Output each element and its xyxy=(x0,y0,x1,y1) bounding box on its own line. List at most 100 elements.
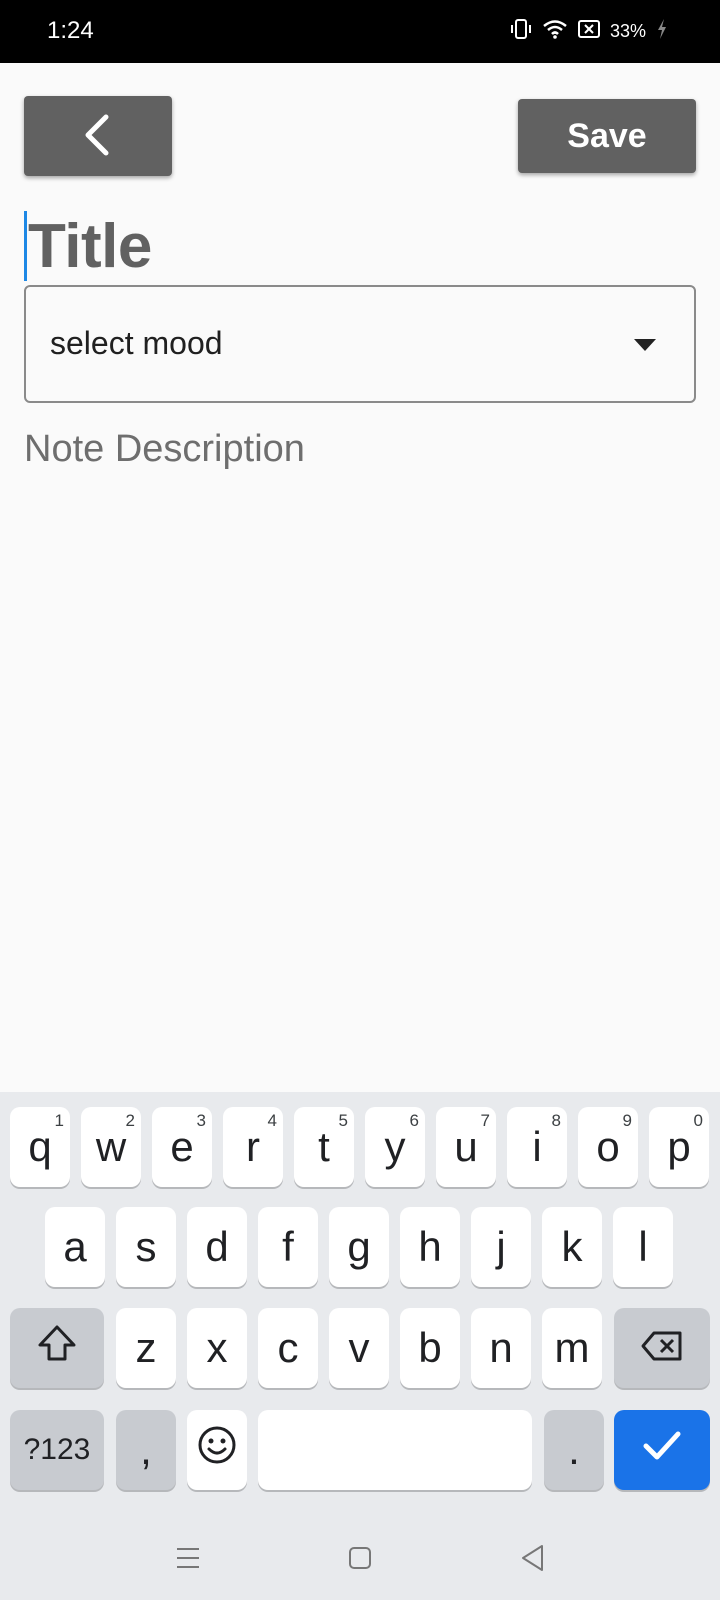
key-k-label: k xyxy=(561,1223,583,1270)
system-nav-bar xyxy=(0,1516,720,1600)
key-y-hint: 6 xyxy=(409,1111,419,1130)
key-j-label: j xyxy=(496,1223,506,1270)
key-k[interactable]: k xyxy=(542,1207,602,1287)
key-u[interactable]: u7 xyxy=(436,1107,496,1187)
key-p-hint: 0 xyxy=(693,1111,703,1130)
key-z[interactable]: z xyxy=(116,1308,176,1388)
key-c[interactable]: c xyxy=(258,1308,318,1388)
key-q-hint: 1 xyxy=(54,1111,64,1130)
key-v[interactable]: v xyxy=(329,1308,389,1388)
period-key-label: . xyxy=(568,1426,580,1473)
key-g-label: g xyxy=(347,1223,371,1270)
back-button[interactable] xyxy=(24,96,172,176)
key-c-label: c xyxy=(277,1324,299,1371)
space-key[interactable] xyxy=(258,1410,532,1490)
comma-key[interactable]: , xyxy=(116,1410,176,1490)
key-r-hint: 4 xyxy=(267,1111,277,1130)
soft-keyboard: ?123 , . q1w2e3r4t5y6u7i8o9p0asdfghjklzx… xyxy=(0,1092,720,1516)
key-i-hint: 8 xyxy=(551,1111,561,1130)
key-m[interactable]: m xyxy=(542,1308,602,1388)
key-s[interactable]: s xyxy=(116,1207,176,1287)
no-sim-icon xyxy=(577,19,600,44)
vibrate-icon xyxy=(510,18,532,45)
key-o-label: o xyxy=(596,1123,620,1170)
key-a-label: a xyxy=(63,1223,87,1270)
recents-menu-icon[interactable] xyxy=(175,1546,201,1575)
key-v-label: v xyxy=(348,1324,370,1371)
period-key[interactable]: . xyxy=(544,1410,604,1490)
symbols-key[interactable]: ?123 xyxy=(10,1410,104,1490)
home-icon[interactable] xyxy=(348,1546,372,1575)
key-q-label: q xyxy=(28,1123,52,1170)
save-button[interactable]: Save xyxy=(518,99,696,173)
dropdown-arrow-icon xyxy=(634,339,656,351)
key-z-label: z xyxy=(135,1324,157,1371)
key-g[interactable]: g xyxy=(329,1207,389,1287)
key-t-hint: 5 xyxy=(338,1111,348,1130)
emoji-key[interactable] xyxy=(187,1410,247,1490)
backspace-icon xyxy=(640,1324,684,1372)
note-description-placeholder: Note Description xyxy=(24,428,305,470)
battery-charging-icon xyxy=(656,18,668,45)
key-n[interactable]: n xyxy=(471,1308,531,1388)
key-h-label: h xyxy=(418,1223,442,1270)
checkmark-icon xyxy=(640,1426,684,1474)
title-input[interactable]: Title xyxy=(24,210,696,282)
key-e-hint: 3 xyxy=(196,1111,206,1130)
key-f-label: f xyxy=(282,1223,294,1270)
status-time: 1:24 xyxy=(47,17,94,44)
key-o[interactable]: o9 xyxy=(578,1107,638,1187)
key-h[interactable]: h xyxy=(400,1207,460,1287)
status-icons: 33% xyxy=(510,18,668,45)
backspace-key[interactable] xyxy=(614,1308,710,1388)
key-p-label: p xyxy=(667,1123,691,1170)
key-w[interactable]: w2 xyxy=(81,1107,141,1187)
key-r-label: r xyxy=(246,1123,260,1170)
status-bar: 1:24 33% xyxy=(0,0,720,63)
key-i-label: i xyxy=(532,1123,542,1170)
shift-key[interactable] xyxy=(10,1308,104,1388)
mood-dropdown[interactable]: select mood xyxy=(24,285,696,403)
shift-icon xyxy=(36,1323,78,1373)
key-y-label: y xyxy=(384,1123,406,1170)
symbols-key-label: ?123 xyxy=(23,1433,91,1466)
enter-key[interactable] xyxy=(614,1410,710,1490)
key-j[interactable]: j xyxy=(471,1207,531,1287)
key-a[interactable]: a xyxy=(45,1207,105,1287)
key-o-hint: 9 xyxy=(622,1111,632,1130)
note-description-input[interactable]: Note Description xyxy=(24,428,696,1028)
key-u-hint: 7 xyxy=(480,1111,490,1130)
key-e-label: e xyxy=(170,1123,194,1170)
key-t-label: t xyxy=(318,1123,330,1170)
key-i[interactable]: i8 xyxy=(507,1107,567,1187)
key-q[interactable]: q1 xyxy=(10,1107,70,1187)
key-m-label: m xyxy=(554,1324,590,1371)
emoji-icon xyxy=(197,1425,237,1475)
key-y[interactable]: y6 xyxy=(365,1107,425,1187)
key-w-label: w xyxy=(95,1123,127,1170)
key-b-label: b xyxy=(418,1324,442,1371)
key-p[interactable]: p0 xyxy=(649,1107,709,1187)
key-n-label: n xyxy=(489,1324,513,1371)
wifi-icon xyxy=(542,18,568,45)
key-d[interactable]: d xyxy=(187,1207,247,1287)
comma-key-label: , xyxy=(140,1426,152,1473)
key-x[interactable]: x xyxy=(187,1308,247,1388)
key-t[interactable]: t5 xyxy=(294,1107,354,1187)
chevron-left-icon xyxy=(80,113,116,160)
key-e[interactable]: e3 xyxy=(152,1107,212,1187)
battery-percent: 33% xyxy=(609,21,646,41)
key-s-label: s xyxy=(135,1223,157,1270)
key-u-label: u xyxy=(454,1123,478,1170)
key-b[interactable]: b xyxy=(400,1308,460,1388)
key-f[interactable]: f xyxy=(258,1207,318,1287)
key-l-label: l xyxy=(638,1223,648,1270)
key-l[interactable]: l xyxy=(613,1207,673,1287)
key-d-label: d xyxy=(205,1223,229,1270)
mood-dropdown-value: select mood xyxy=(50,325,223,361)
text-cursor xyxy=(24,211,27,281)
back-nav-icon[interactable] xyxy=(520,1544,546,1577)
key-r[interactable]: r4 xyxy=(223,1107,283,1187)
key-x-label: x xyxy=(206,1324,228,1371)
key-w-hint: 2 xyxy=(125,1111,135,1130)
